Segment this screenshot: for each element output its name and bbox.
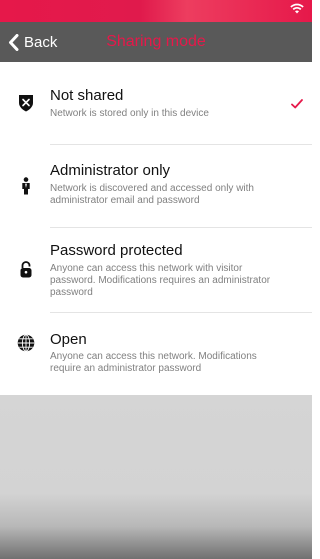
option-description: Anyone can access this network with visi… xyxy=(50,263,271,298)
option-not-shared[interactable]: Not shared Network is stored only in thi… xyxy=(0,62,312,145)
empty-area xyxy=(0,395,312,559)
option-description: Network is discovered and accessed only … xyxy=(50,183,254,206)
globe-icon xyxy=(17,334,35,352)
chevron-left-icon xyxy=(9,33,19,51)
option-administrator-only[interactable]: Administrator only Network is discovered… xyxy=(0,145,312,228)
option-title: Administrator only xyxy=(50,162,171,179)
sharing-mode-list: Not shared Network is stored only in thi… xyxy=(0,62,312,395)
person-icon xyxy=(22,177,30,195)
back-button[interactable]: Back xyxy=(8,22,57,62)
checkmark-icon xyxy=(291,99,303,109)
navigation-bar: Back Sharing mode xyxy=(0,22,312,62)
padlock-icon xyxy=(20,261,32,278)
option-password-protected[interactable]: Password protected Anyone can access thi… xyxy=(0,228,312,313)
option-description: Anyone can access this network. Modifica… xyxy=(50,351,257,374)
back-label: Back xyxy=(24,33,58,51)
wifi-icon xyxy=(290,3,304,14)
shield-x-icon xyxy=(19,95,33,112)
option-title: Password protected xyxy=(50,242,183,259)
option-open[interactable]: Open Anyone can access this network. Mod… xyxy=(0,313,312,395)
option-title: Not shared xyxy=(50,87,124,104)
option-description: Network is stored only in this device xyxy=(50,108,209,119)
status-bar xyxy=(0,0,312,22)
option-title: Open xyxy=(50,331,87,348)
